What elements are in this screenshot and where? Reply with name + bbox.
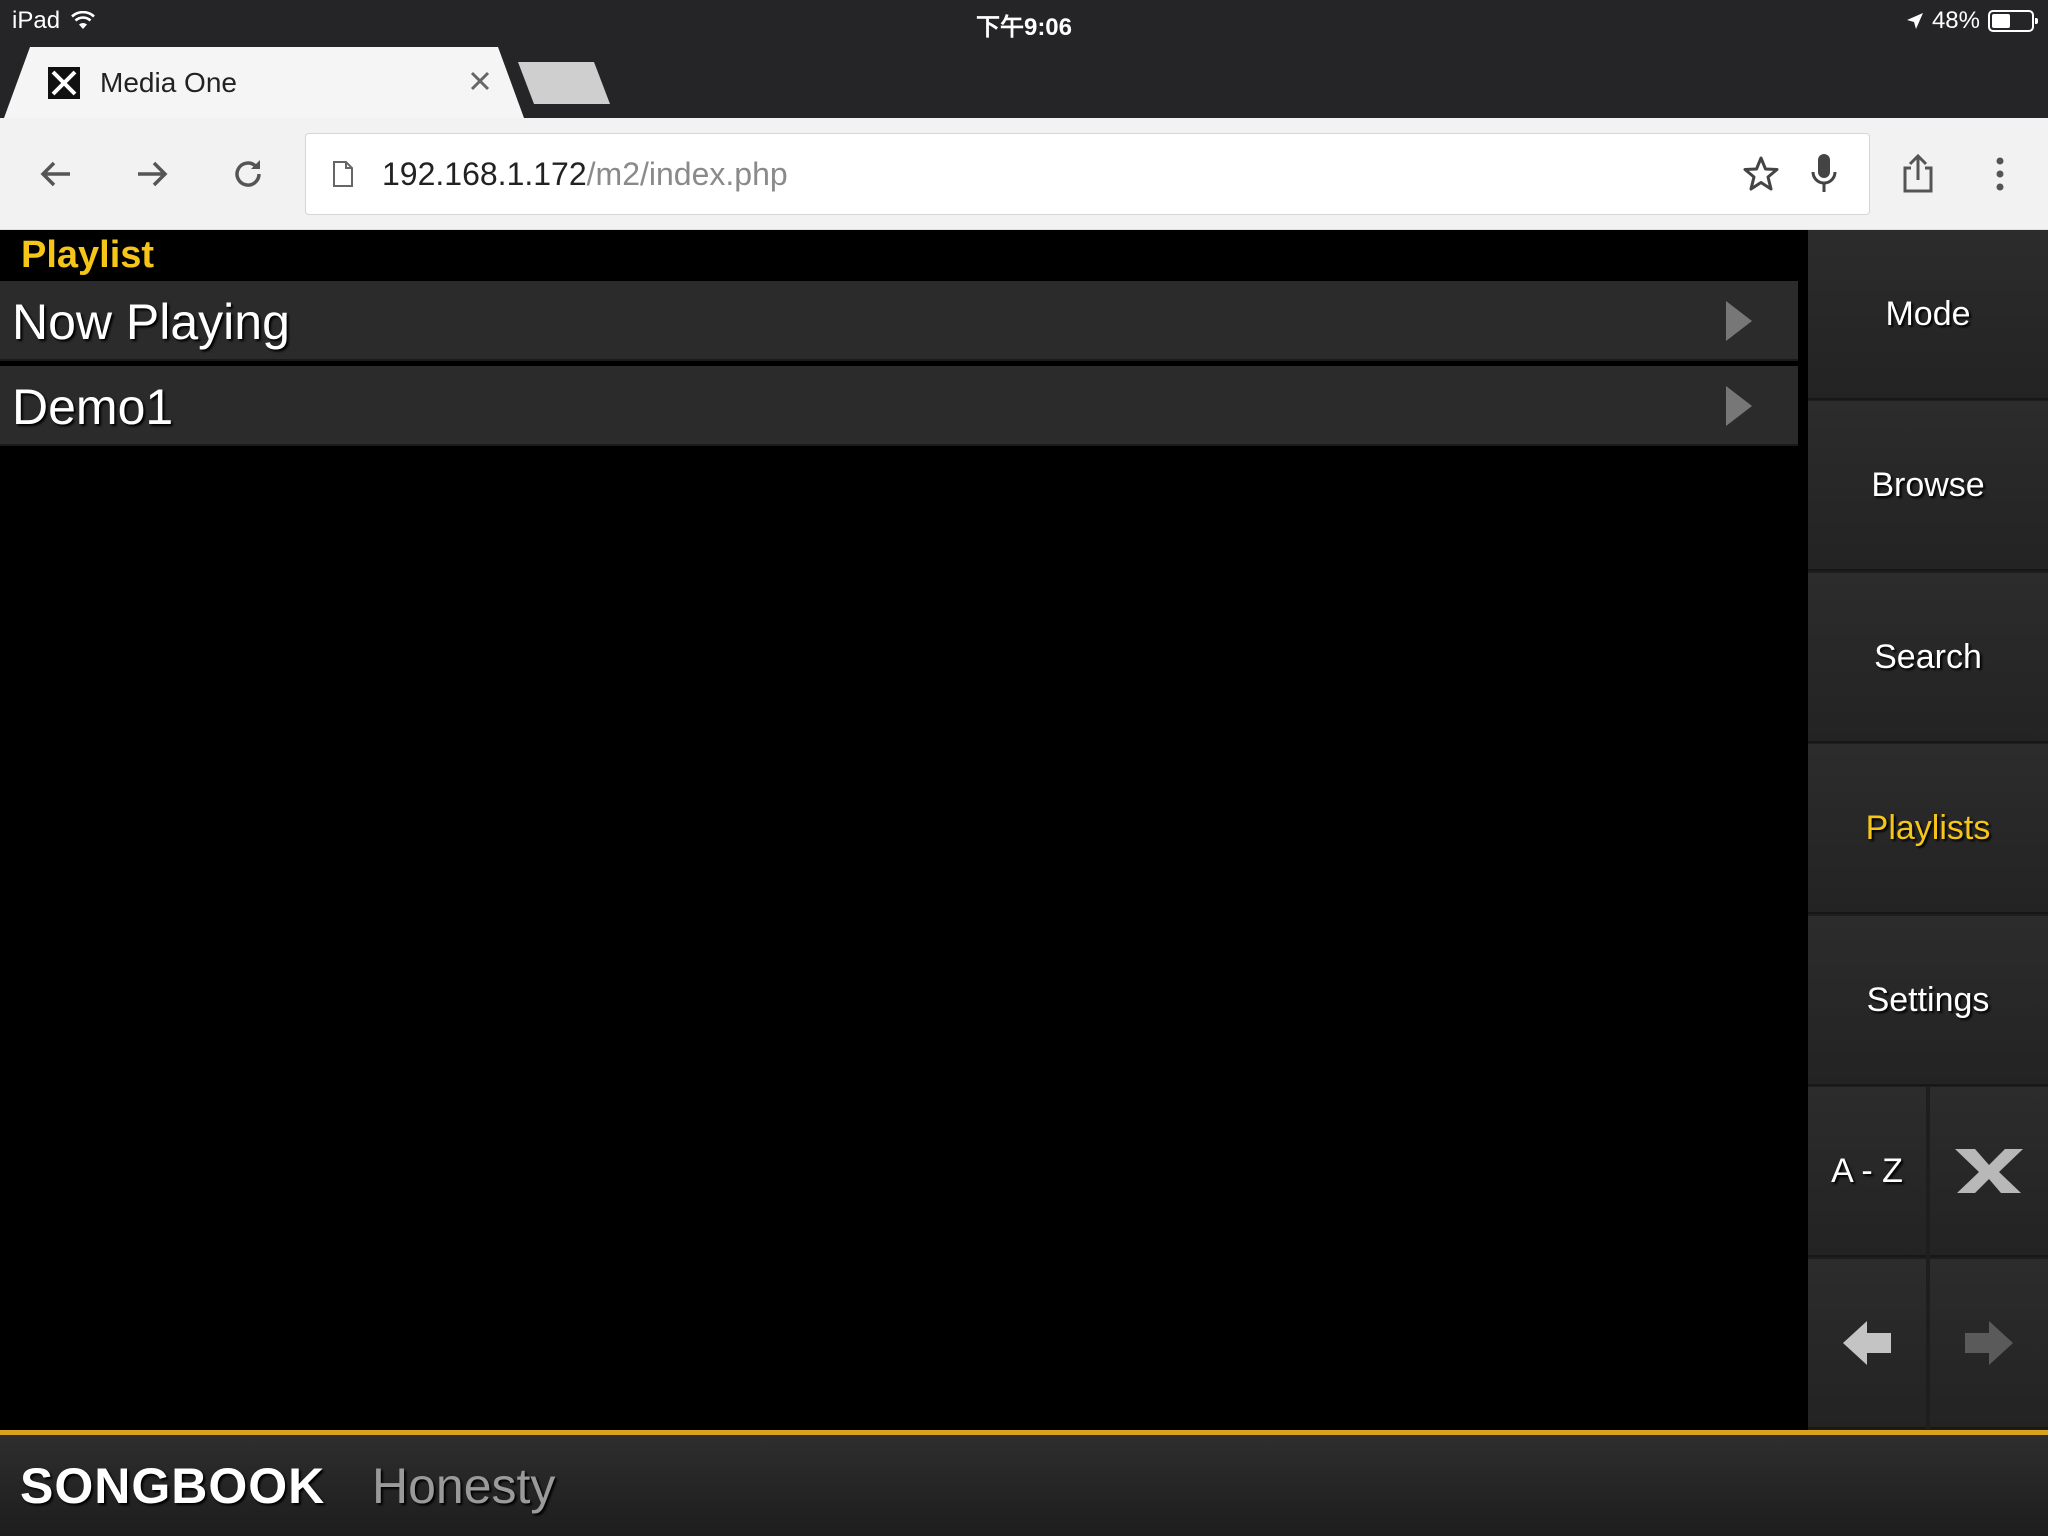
forward-arrow-icon [138, 161, 168, 187]
status-bar: iPad 下午9:06 48% [0, 0, 2048, 42]
bottom-bar: SONGBOOK Honesty [0, 1430, 2048, 1536]
battery-percent: 48% [1931, 7, 1980, 34]
browser-tab-active[interactable]: Media One [4, 47, 524, 118]
az-button[interactable]: A - Z [1808, 1087, 1926, 1257]
share-button[interactable] [1890, 146, 1946, 202]
url-text[interactable]: 192.168.1.172/m2/index.php [382, 156, 788, 193]
reload-icon [235, 160, 261, 187]
sidebar: Mode Browse Search Playlists Settings A … [1808, 230, 2048, 1430]
arrow-right-icon [1965, 1321, 2013, 1365]
bookmark-star-icon[interactable] [1741, 154, 1781, 194]
current-song[interactable]: Honesty [372, 1457, 555, 1515]
play-arrow-icon [1726, 386, 1752, 426]
forward-button[interactable] [124, 146, 180, 202]
main-content: Playlist Now Playing Demo1 [0, 230, 1808, 1430]
mode-button[interactable]: Mode [1808, 230, 2048, 400]
close-x-button[interactable] [1930, 1087, 2048, 1257]
tab-strip: Media One [0, 42, 2048, 118]
location-arrow-icon [1906, 13, 1923, 29]
page-info-icon[interactable] [332, 160, 354, 188]
next-page-button[interactable] [1930, 1259, 2048, 1429]
row-label: Demo1 [12, 379, 174, 435]
tab-title: Media One [100, 67, 237, 98]
browse-button[interactable]: Browse [1808, 401, 2048, 571]
more-vertical-icon [1996, 157, 2004, 191]
share-icon [1903, 154, 1933, 193]
songbook-brand: SONGBOOK [20, 1458, 326, 1514]
settings-button[interactable]: Settings [1808, 916, 2048, 1086]
microphone-icon[interactable] [1809, 152, 1839, 196]
url-path: /m2/index.php [586, 156, 788, 192]
back-arrow-icon [40, 161, 70, 187]
battery-fill [1992, 14, 2010, 28]
status-right: 48% [1906, 7, 2038, 35]
playlist-row-demo1[interactable]: Demo1 [0, 366, 1798, 446]
x-logo-icon [1955, 1149, 2023, 1193]
address-bar[interactable]: 192.168.1.172/m2/index.php [305, 133, 1870, 215]
media-one-favicon-icon [48, 67, 80, 99]
tab-close-icon[interactable] [460, 61, 500, 101]
prev-page-button[interactable] [1808, 1259, 1926, 1429]
reload-button[interactable] [220, 146, 276, 202]
menu-button[interactable] [1972, 146, 2028, 202]
playlist-row-now-playing[interactable]: Now Playing [0, 281, 1798, 361]
browser-toolbar: 192.168.1.172/m2/index.php [0, 118, 2048, 230]
battery-icon [1988, 10, 2038, 32]
search-button[interactable]: Search [1808, 573, 2048, 743]
play-arrow-icon [1726, 301, 1752, 341]
new-tab-button[interactable] [518, 62, 610, 104]
url-host: 192.168.1.172 [382, 156, 587, 192]
section-title: Playlist [21, 234, 155, 276]
arrow-left-icon [1843, 1321, 1891, 1365]
back-button[interactable] [28, 146, 84, 202]
row-label: Now Playing [12, 294, 290, 350]
status-time: 下午9:06 [975, 14, 1073, 41]
playlists-button[interactable]: Playlists [1808, 744, 2048, 914]
